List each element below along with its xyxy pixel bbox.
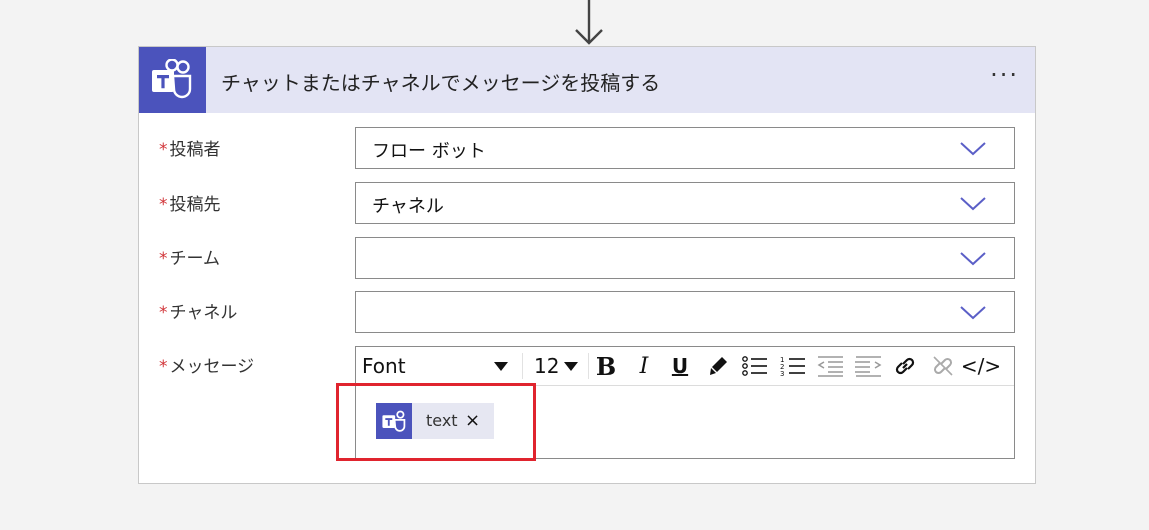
font-color-button[interactable]	[704, 351, 732, 381]
post-in-dropdown[interactable]: チャネル	[355, 182, 1015, 224]
field-label-team: * チーム	[159, 244, 220, 269]
flow-connector-arrow-icon	[575, 0, 603, 45]
post-message-action-card: チャットまたはチャネルでメッセージを投稿する ··· * 投稿者 フロー ボット …	[138, 46, 1036, 484]
font-size-select[interactable]: 12	[526, 351, 584, 381]
card-header[interactable]: チャットまたはチャネルでメッセージを投稿する ···	[139, 47, 1035, 113]
remove-link-button[interactable]	[928, 351, 958, 381]
card-title: チャットまたはチャネルでメッセージを投稿する	[221, 71, 661, 95]
dropdown-value: チャネル	[372, 196, 444, 217]
field-label-text: 投稿先	[169, 195, 221, 215]
toolbar-divider	[588, 353, 589, 379]
editor-toolbar: Font 12 B I U 123 </>	[356, 347, 1014, 386]
field-label-text: チーム	[169, 249, 221, 269]
toolbar-divider	[522, 353, 523, 379]
field-label-message: * メッセージ	[159, 352, 254, 377]
indent-icon	[855, 356, 882, 377]
field-label-post-in: * 投稿先	[159, 190, 221, 215]
team-dropdown[interactable]	[355, 237, 1015, 279]
unlink-icon	[933, 356, 953, 376]
chevron-down-icon	[960, 197, 986, 211]
field-label-text: チャネル	[169, 303, 238, 323]
code-view-button[interactable]: </>	[961, 351, 1001, 381]
bold-button[interactable]: B	[592, 351, 620, 381]
field-label-text: メッセージ	[169, 357, 255, 377]
chevron-down-icon	[960, 142, 986, 156]
font-family-value: Font	[362, 354, 406, 378]
italic-button[interactable]: I	[630, 351, 658, 381]
bulleted-list-icon	[742, 356, 767, 376]
required-mark: *	[159, 249, 168, 269]
font-size-value: 12	[534, 354, 560, 378]
increase-indent-button[interactable]	[852, 351, 884, 381]
caret-down-icon	[564, 362, 578, 371]
required-mark: *	[159, 357, 168, 377]
svg-text:3: 3	[780, 370, 784, 377]
numbered-list-button[interactable]: 123	[778, 351, 808, 381]
required-mark: *	[159, 140, 168, 160]
numbered-list-icon: 123	[780, 356, 805, 377]
caret-down-icon	[494, 362, 508, 371]
poster-dropdown[interactable]: フロー ボット	[355, 127, 1015, 169]
teams-connector-icon-box	[139, 47, 206, 113]
insert-link-button[interactable]	[890, 351, 920, 381]
more-options-button[interactable]: ···	[990, 61, 1019, 89]
dropdown-value: フロー ボット	[372, 141, 486, 162]
required-mark: *	[159, 303, 168, 323]
decrease-indent-button[interactable]	[814, 351, 846, 381]
channel-dropdown[interactable]	[355, 291, 1015, 333]
field-label-poster: * 投稿者	[159, 135, 221, 160]
underline-button[interactable]: U	[666, 351, 694, 381]
required-mark: *	[159, 195, 168, 215]
marker-pen-icon	[710, 357, 727, 375]
teams-icon	[152, 59, 192, 99]
bulleted-list-button[interactable]	[740, 351, 770, 381]
highlight-annotation-box	[336, 383, 536, 461]
font-family-select[interactable]: Font	[362, 351, 518, 381]
chevron-down-icon	[960, 252, 986, 266]
field-label-text: 投稿者	[169, 140, 221, 160]
link-icon	[895, 357, 915, 375]
field-label-channel: * チャネル	[159, 298, 237, 323]
chevron-down-icon	[960, 306, 986, 320]
outdent-icon	[817, 356, 843, 377]
